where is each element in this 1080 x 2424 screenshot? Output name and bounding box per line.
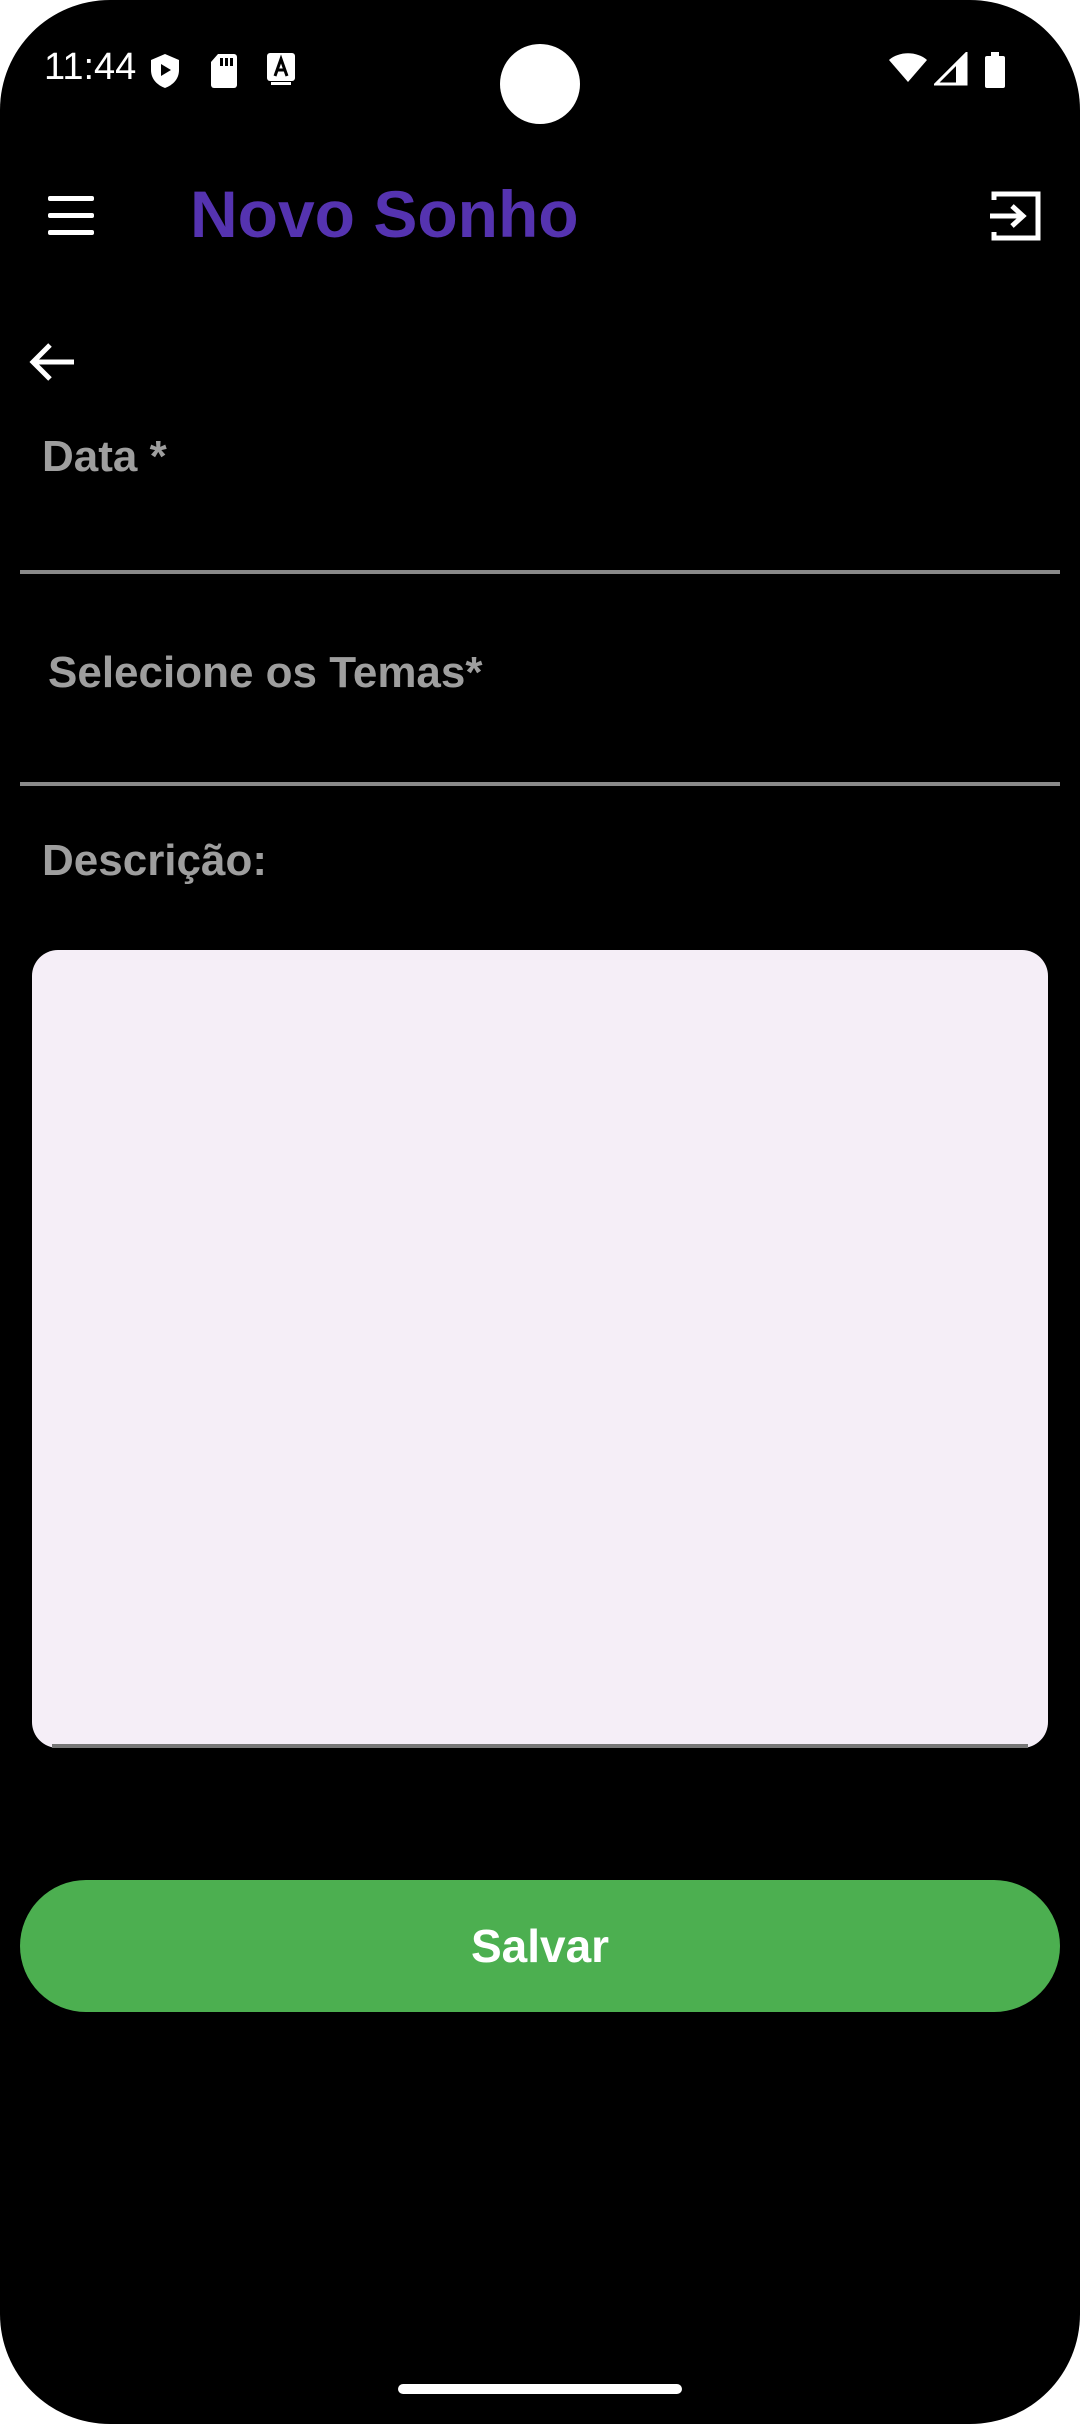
description-underline [52, 1744, 1028, 1748]
logout-icon[interactable] [986, 186, 1046, 246]
app-bar: Novo Sonho [0, 150, 1080, 280]
date-field[interactable] [20, 420, 1060, 570]
phone-screen: 11:44 Novo Sonho Data * Selecione os Tem… [0, 0, 1080, 2424]
signal-icon [934, 52, 968, 86]
status-time: 11:44 [44, 46, 137, 88]
wifi-icon [889, 53, 927, 82]
themes-select[interactable] [20, 610, 1060, 780]
keyboard-a-icon [267, 53, 295, 85]
shield-icon [151, 54, 179, 88]
save-button[interactable]: Salvar [20, 1880, 1060, 2012]
page-title: Novo Sonho [190, 177, 579, 251]
hamburger-menu-icon[interactable] [44, 194, 102, 238]
description-textarea[interactable] [32, 950, 1048, 1748]
description-label: Descrição: [42, 836, 268, 885]
date-field-underline [20, 570, 1060, 574]
sd-card-icon [211, 54, 237, 88]
battery-icon [985, 52, 1005, 88]
home-indicator[interactable] [398, 2384, 682, 2394]
status-bar: 11:44 [0, 0, 1080, 140]
arrow-back-icon[interactable] [24, 332, 84, 392]
themes-field-underline [20, 782, 1060, 786]
front-camera [500, 44, 580, 124]
